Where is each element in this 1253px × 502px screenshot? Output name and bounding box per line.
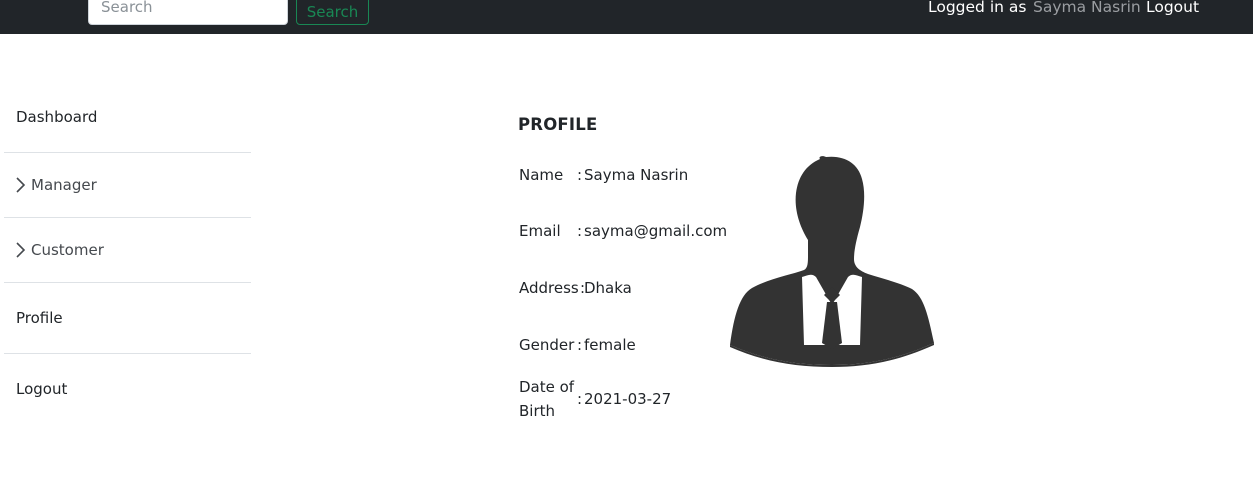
navbar-logout-link[interactable]: Logout [1146, 0, 1199, 17]
colon: : [577, 390, 583, 408]
sidebar-item-dashboard[interactable]: Dashboard [4, 84, 251, 153]
sidebar-item-label: Dashboard [16, 108, 98, 126]
gender-value: female [584, 336, 636, 354]
sidebar-item-label: Logout [16, 380, 68, 398]
chevron-right-icon [16, 242, 26, 258]
name-label: Name [519, 166, 564, 184]
colon: : [577, 222, 583, 240]
dob-value: 2021-03-27 [584, 390, 672, 408]
chevron-right-icon [16, 177, 26, 193]
sidebar-item-customer[interactable]: Customer [4, 218, 251, 283]
gender-label: Gender [519, 336, 575, 354]
search-button[interactable]: Search [296, 0, 369, 25]
colon: : [577, 336, 583, 354]
email-label: Email [519, 222, 561, 240]
sidebar-item-label: Customer [31, 241, 104, 259]
dob-label-line1: Date of [519, 378, 575, 396]
search-input[interactable] [88, 0, 288, 25]
username-link[interactable]: Sayma Nasrin [1033, 0, 1141, 17]
sidebar-item-logout[interactable]: Logout [4, 354, 251, 420]
top-navbar: Search Logged in as Sayma Nasrin Logout [0, 0, 1253, 34]
sidebar-item-label: Profile [16, 309, 63, 327]
dob-label-line2: Birth [519, 402, 556, 420]
colon: : [577, 166, 583, 184]
sidebar: Dashboard Manager Customer Profile Logou… [4, 84, 251, 420]
sidebar-item-label: Manager [31, 176, 97, 194]
address-value: Dhaka [584, 279, 632, 297]
profile-title: PROFILE [518, 115, 598, 134]
sidebar-item-profile[interactable]: Profile [4, 283, 251, 354]
address-label: Address [519, 279, 579, 297]
user-silhouette-icon [730, 156, 934, 367]
logged-in-label: Logged in as [928, 0, 1027, 16]
name-value: Sayma Nasrin [584, 166, 689, 184]
sidebar-item-manager[interactable]: Manager [4, 153, 251, 218]
email-value: sayma@gmail.com [584, 222, 728, 240]
